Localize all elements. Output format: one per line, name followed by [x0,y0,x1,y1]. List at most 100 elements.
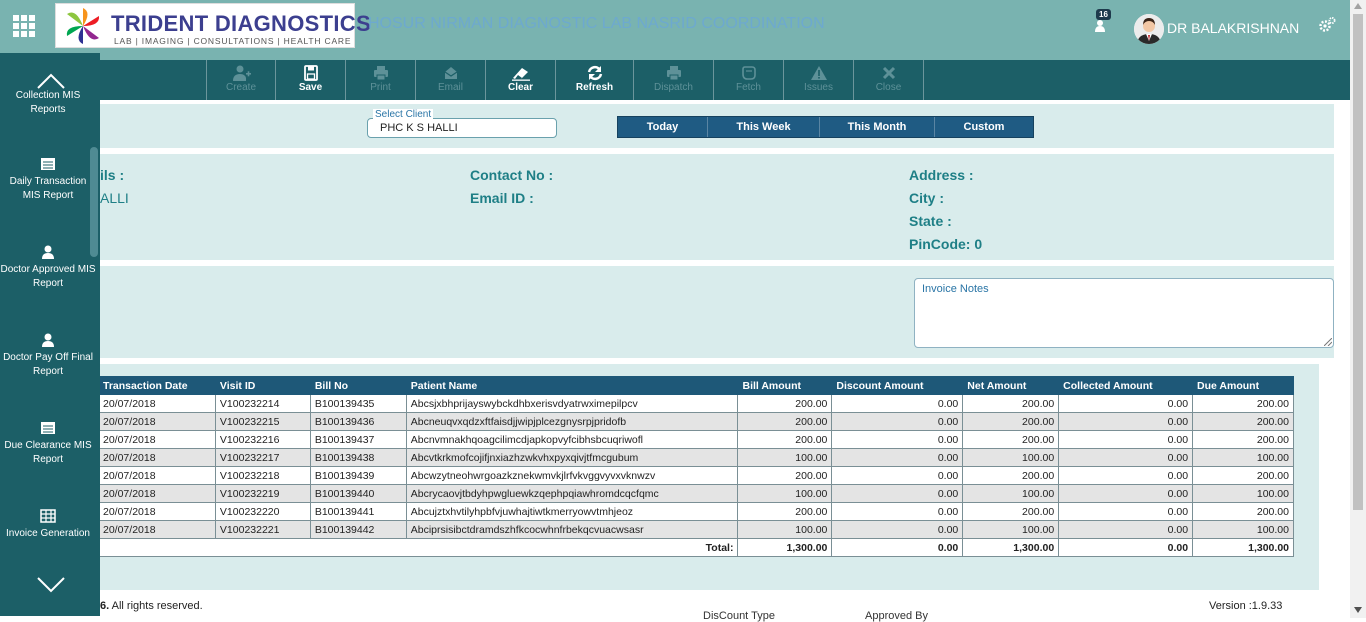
table-cell: 100.00 [962,520,1060,539]
table-cell: 200.00 [1192,412,1294,431]
table-cell: 0.00 [1058,448,1194,467]
table-cell: 100.00 [1192,448,1294,467]
table-cell: 100.00 [962,484,1060,503]
brand-title: TRIDENT DIAGNOSTICS [111,11,371,36]
date-range-group: Today This Week This Month Custom [617,116,1034,138]
scrollbar-thumb[interactable] [1353,14,1363,510]
refresh-button[interactable]: Refresh [556,60,634,100]
sidebar: Collection MIS Reports Daily Transaction… [0,53,100,616]
col-transaction-date[interactable]: Transaction Date [98,376,216,395]
table-cell: Abcsjxbhprijayswybckdhbxerisvdyatrwximep… [405,394,739,413]
print-button[interactable]: Print [346,60,416,100]
table-body: 20/07/2018 V100232214 B100139435 Abcsjxbhpr… [97,394,1294,557]
details-value: ALLI [100,190,129,206]
user-icon [1095,20,1105,32]
add-user-icon [233,65,251,81]
dispatch-button[interactable]: Dispatch [634,60,714,100]
sidebar-item-label: Doctor Pay Off Final Report [3,352,93,377]
action-toolbar: Create Save Print Email Clear Refresh Di… [100,60,1350,100]
sidebar-item-collection-mis[interactable]: Collection MIS Reports [0,87,96,117]
discount-type-label: DisCount Type [703,610,775,622]
notification-button[interactable]: 16 [1093,9,1115,34]
col-due-amount[interactable]: Due Amount [1192,376,1294,395]
table-cell: 0.00 [831,412,964,431]
sidebar-item-label: Daily Transaction MIS Report [9,176,87,201]
table-cell: 0.00 [1058,430,1194,449]
table-cell: 20/07/2018 [98,394,216,413]
sidebar-item-invoice-generation[interactable]: Invoice Generation [0,509,96,541]
issues-label: Issues [804,82,833,93]
range-this-week-button[interactable]: This Week [708,117,820,137]
total-cell: 1,300.00 [962,538,1060,557]
invoice-notes-textarea[interactable]: Invoice Notes [914,278,1334,348]
close-icon [882,66,896,80]
table-cell: B100139440 [309,484,407,503]
col-discount-amount[interactable]: Discount Amount [831,376,964,395]
print-label: Print [370,82,391,93]
table-cell: 20/07/2018 [98,466,216,485]
table-row[interactable]: 20/07/2018 V100232216 B100139437 Abcnvmnakh… [98,430,1294,449]
create-button[interactable]: Create [206,60,276,100]
col-patient-name[interactable]: Patient Name [405,376,739,395]
table-row[interactable]: 20/07/2018 V100232214 B100139435 Abcsjxbhpr… [98,394,1294,413]
sidebar-item-doctor-approved[interactable]: Doctor Approved MIS Report [0,245,96,291]
app-grid-icon[interactable] [13,15,35,37]
range-custom-button[interactable]: Custom [935,117,1033,137]
clear-button[interactable]: Clear [486,60,556,100]
sidebar-item-due-clearance[interactable]: Due Clearance MIS Report [0,421,96,467]
col-collected-amount[interactable]: Collected Amount [1058,376,1194,395]
table-cell: 200.00 [962,466,1060,485]
scroll-down-arrow-icon[interactable] [1354,607,1362,613]
email-button[interactable]: Email [416,60,486,100]
table-cell: Abcnvmnakhqoagcilimcdjapkopvyfcibhsbcuqr… [405,430,739,449]
range-this-month-button[interactable]: This Month [820,117,935,137]
table-row[interactable]: 20/07/2018 V100232217 B100139438 Abcvtkrkmo… [98,448,1294,467]
table-cell: 200.00 [1192,502,1294,521]
col-bill-no[interactable]: Bill No [309,376,407,395]
create-label: Create [225,82,256,93]
copyright-rest: All rights reserved. [109,600,203,612]
table-cell: B100139439 [309,466,407,485]
col-net-amount[interactable]: Net Amount [962,376,1060,395]
table-cell: B100139435 [309,394,407,413]
total-cell: 0.00 [831,538,964,557]
address-label: Address : [909,167,974,183]
approved-by-label: Approved By [865,610,928,622]
fetch-button[interactable]: Fetch [714,60,784,100]
client-select[interactable]: Select Client PHC K S HALLI [367,109,557,138]
table-row[interactable]: 20/07/2018 V100232215 B100139436 Abcneuqvxq… [98,412,1294,431]
col-bill-amount[interactable]: Bill Amount [737,376,833,395]
chevron-down-icon[interactable] [36,574,66,594]
sidebar-item-doctor-payoff[interactable]: Doctor Pay Off Final Report [0,333,96,379]
close-button[interactable]: Close [854,60,924,100]
refresh-label: Refresh [575,82,614,93]
table-row[interactable]: 20/07/2018 V100232221 B100139442 Abciprsisi… [98,520,1294,539]
avatar[interactable] [1134,14,1164,44]
version-text: Version :1.9.33 [1209,600,1283,612]
table-cell: 100.00 [1192,484,1294,503]
client-select-label: Select Client [373,109,434,120]
range-today-button[interactable]: Today [618,117,708,137]
table-row[interactable]: 20/07/2018 V100232218 B100139439 Abcwzytneo… [98,466,1294,485]
pinwheel-logo-icon [66,8,100,44]
issues-button[interactable]: Issues [784,60,854,100]
resize-handle-icon[interactable] [1324,338,1332,346]
page-scrollbar[interactable] [1350,0,1366,618]
table-cell: V100232217 [214,448,311,467]
table-row[interactable]: 20/07/2018 V100232219 B100139440 Abcrycaovj… [98,484,1294,503]
copyright-year-fragment: 6. [100,600,110,612]
table-cell: 20/07/2018 [98,520,216,539]
table-cell: 100.00 [737,520,833,539]
table-cell: 0.00 [1058,466,1194,485]
sidebar-item-daily-transaction[interactable]: Daily Transaction MIS Report [0,157,96,203]
warning-icon [811,66,827,80]
settings-gear-icon[interactable] [1318,16,1336,34]
table-row[interactable]: 20/07/2018 V100232220 B100139441 Abcujztxhv… [98,502,1294,521]
col-visit-id[interactable]: Visit ID [214,376,311,395]
username[interactable]: DR BALAKRISHNAN [1167,20,1299,36]
scroll-up-arrow-icon[interactable] [1354,3,1362,9]
hand-icon [742,66,756,80]
save-button[interactable]: Save [276,60,346,100]
table-cell: 100.00 [737,484,833,503]
refresh-icon [587,65,603,81]
